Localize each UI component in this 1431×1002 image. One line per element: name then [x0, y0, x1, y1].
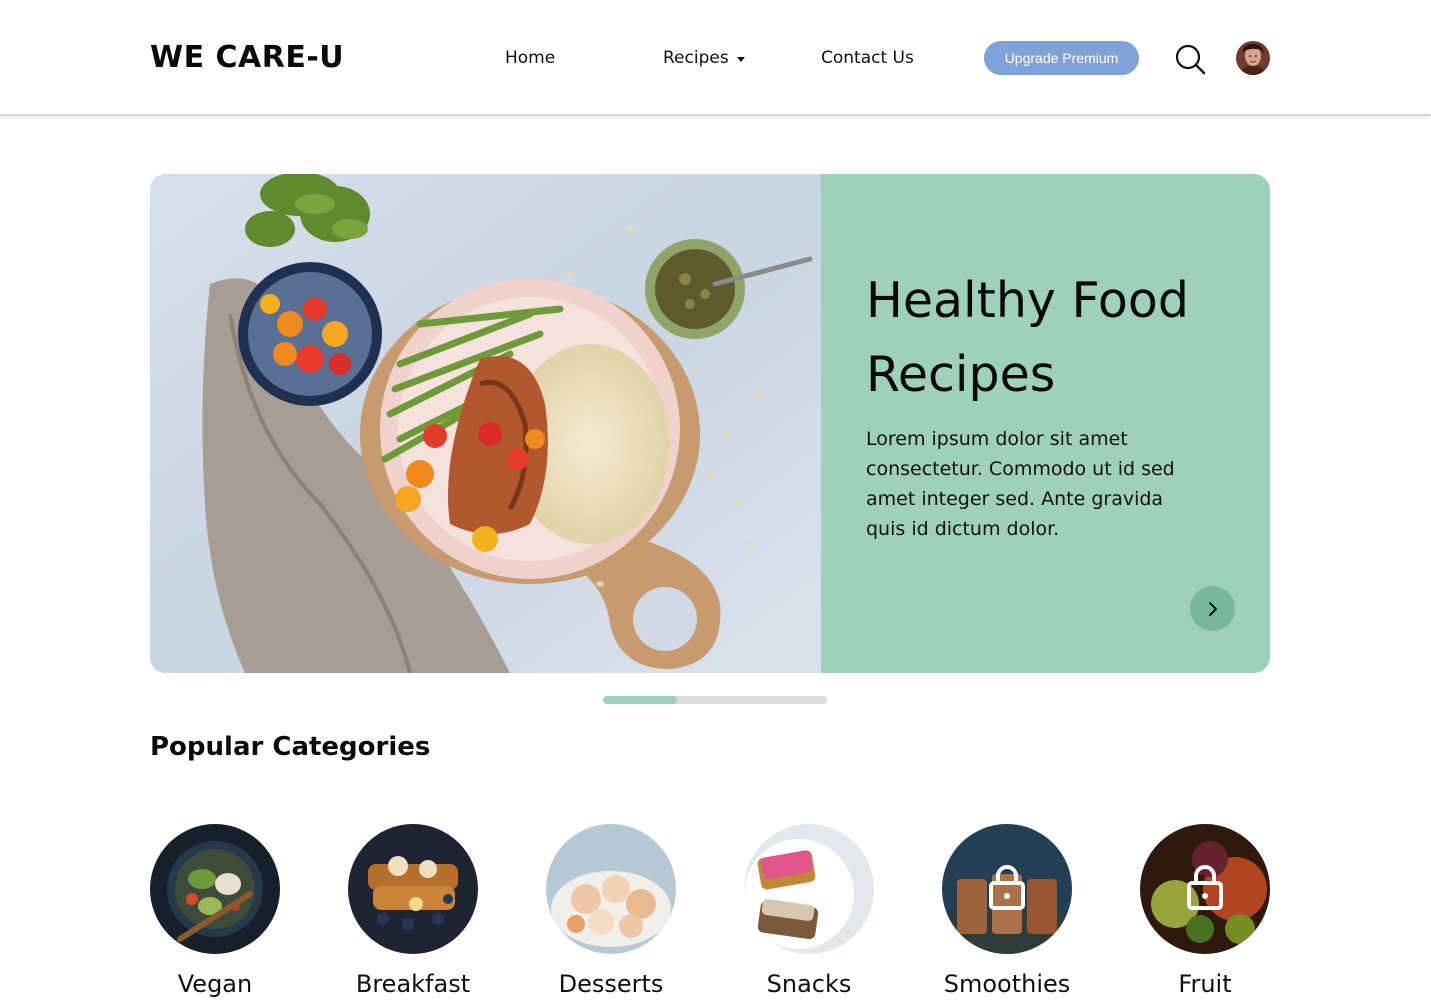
carousel-progress [603, 696, 827, 704]
hero-next-button[interactable] [1190, 586, 1235, 631]
category-desserts[interactable]: Desserts [546, 824, 676, 998]
category-label: Snacks [766, 970, 852, 998]
category-label: Breakfast [355, 970, 471, 998]
lock-icon [989, 865, 1025, 910]
category-label: Desserts [558, 970, 664, 998]
hero-banner: Healthy Food Recipes Lorem ipsum dolor s… [150, 174, 1270, 673]
category-label: Vegan [177, 970, 253, 998]
category-fruit[interactable]: Fruit [1140, 824, 1270, 998]
hero-food-image [150, 174, 821, 673]
lock-icon [1187, 865, 1223, 910]
category-snacks[interactable]: Snacks [744, 824, 874, 998]
caret-down-icon [736, 56, 745, 62]
hero-title: Healthy Food Recipes [866, 272, 1189, 403]
search-button[interactable] [1174, 43, 1206, 75]
section-title: Popular Categories [150, 732, 431, 762]
category-label: Fruit [1178, 970, 1232, 998]
category-image [1140, 824, 1270, 954]
nav-home[interactable]: Home [505, 48, 555, 68]
site-header: WE CARE-U Home Recipes Contact Us Upgrad… [0, 0, 1431, 116]
category-image [546, 824, 676, 954]
category-vegan[interactable]: Vegan [150, 824, 280, 998]
carousel-progress-fill [603, 696, 677, 704]
hero-description: Lorem ipsum dolor sit amet consectetur. … [866, 428, 1175, 540]
category-breakfast[interactable]: Breakfast [348, 824, 478, 998]
nav-contact-us[interactable]: Contact Us [821, 48, 914, 68]
upgrade-premium-button[interactable]: Upgrade Premium [984, 41, 1139, 75]
nav-recipes[interactable]: Recipes [663, 48, 745, 68]
category-image [150, 824, 280, 954]
category-image [942, 824, 1072, 954]
nav-recipes-label: Recipes [663, 48, 729, 68]
avatar[interactable] [1236, 41, 1270, 75]
category-label: Smoothies [943, 970, 1071, 998]
category-smoothies[interactable]: Smoothies [942, 824, 1072, 998]
chevron-right-icon [1208, 601, 1217, 616]
site-logo[interactable]: WE CARE-U [150, 40, 344, 75]
search-icon [1175, 44, 1206, 75]
category-image [348, 824, 478, 954]
category-image [744, 824, 874, 954]
